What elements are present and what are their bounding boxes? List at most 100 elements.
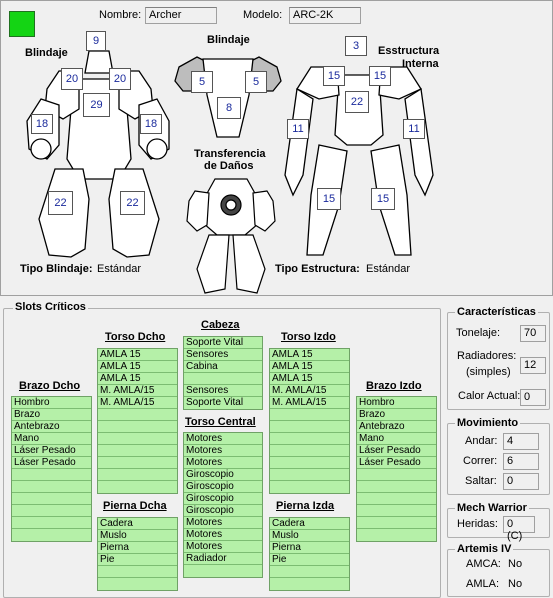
- slot[interactable]: [98, 445, 177, 457]
- slot[interactable]: Pie: [98, 554, 177, 566]
- nombre-field[interactable]: Archer: [145, 7, 217, 24]
- torso-dcho-slot-list[interactable]: AMLA 15 AMLA 15 AMLA 15 M. AMLA/15 M. AM…: [97, 348, 178, 494]
- tonelaje-field[interactable]: 70: [520, 325, 546, 342]
- slot[interactable]: [270, 409, 349, 421]
- armor-right-leg[interactable]: 22: [48, 191, 73, 215]
- slot[interactable]: Pie: [270, 554, 349, 566]
- slot[interactable]: Brazo: [12, 409, 91, 421]
- slot[interactable]: Hombro: [12, 397, 91, 409]
- slot[interactable]: [98, 409, 177, 421]
- saltar-field[interactable]: 0: [503, 473, 539, 490]
- slot[interactable]: [98, 578, 177, 590]
- slot[interactable]: M. AMLA/15: [270, 385, 349, 397]
- slot[interactable]: [270, 445, 349, 457]
- structure-left-leg[interactable]: 15: [371, 188, 395, 210]
- slot[interactable]: AMLA 15: [270, 373, 349, 385]
- slot[interactable]: AMLA 15: [98, 373, 177, 385]
- armor-center-torso[interactable]: 29: [83, 93, 110, 117]
- slot[interactable]: Motores: [184, 457, 262, 469]
- slot[interactable]: Motores: [184, 433, 262, 445]
- slot[interactable]: Motores: [184, 541, 262, 553]
- slot[interactable]: Láser Pesado: [357, 445, 436, 457]
- slot[interactable]: [12, 529, 91, 541]
- armor-head[interactable]: 9: [86, 31, 106, 51]
- armor-left-arm[interactable]: 18: [140, 114, 162, 134]
- slot[interactable]: Mano: [12, 433, 91, 445]
- slot[interactable]: Motores: [184, 529, 262, 541]
- slot[interactable]: [12, 481, 91, 493]
- slot[interactable]: [357, 481, 436, 493]
- rear-armor-right[interactable]: 5: [191, 71, 213, 93]
- torso-central-slot-list[interactable]: Motores Motores Motores Giroscopio Giros…: [183, 432, 263, 578]
- structure-right-leg[interactable]: 15: [317, 188, 341, 210]
- structure-right-torso[interactable]: 15: [323, 66, 345, 86]
- slot[interactable]: [357, 517, 436, 529]
- slot[interactable]: [98, 481, 177, 493]
- slot[interactable]: [98, 433, 177, 445]
- structure-head[interactable]: 3: [345, 36, 367, 56]
- slot[interactable]: [357, 493, 436, 505]
- pierna-dcha-slot-list[interactable]: Cadera Muslo Pierna Pie: [97, 517, 178, 591]
- slot[interactable]: [270, 578, 349, 590]
- slot[interactable]: [270, 481, 349, 493]
- slot[interactable]: [270, 421, 349, 433]
- slot[interactable]: Pierna: [98, 542, 177, 554]
- slot[interactable]: [357, 529, 436, 541]
- slot[interactable]: Motores: [184, 445, 262, 457]
- torso-izdo-slot-list[interactable]: AMLA 15 AMLA 15 AMLA 15 M. AMLA/15 M. AM…: [269, 348, 350, 494]
- slot[interactable]: Giroscopio: [184, 469, 262, 481]
- slot[interactable]: AMLA 15: [98, 349, 177, 361]
- slot[interactable]: AMLA 15: [98, 361, 177, 373]
- slot[interactable]: [270, 566, 349, 578]
- pierna-izda-slot-list[interactable]: Cadera Muslo Pierna Pie: [269, 517, 350, 591]
- slot[interactable]: AMLA 15: [270, 349, 349, 361]
- slot[interactable]: Brazo: [357, 409, 436, 421]
- slot[interactable]: Pierna: [270, 542, 349, 554]
- slot[interactable]: Giroscopio: [184, 493, 262, 505]
- slot[interactable]: Cadera: [270, 518, 349, 530]
- slot[interactable]: [12, 493, 91, 505]
- structure-right-arm[interactable]: 11: [287, 119, 309, 139]
- slot[interactable]: [98, 457, 177, 469]
- calor-field[interactable]: 0: [520, 389, 546, 406]
- slot[interactable]: M. AMLA/15: [98, 397, 177, 409]
- correr-field[interactable]: 6: [503, 453, 539, 470]
- slot[interactable]: M. AMLA/15: [98, 385, 177, 397]
- slot[interactable]: Soporte Vital: [184, 337, 262, 349]
- slot[interactable]: Soporte Vital: [184, 397, 262, 409]
- slot[interactable]: Giroscopio: [184, 481, 262, 493]
- slot[interactable]: [98, 566, 177, 578]
- structure-center-torso[interactable]: 22: [345, 91, 369, 113]
- structure-left-arm[interactable]: 11: [403, 119, 425, 139]
- slot[interactable]: Radiador: [184, 553, 262, 565]
- heridas-field[interactable]: 0 (C): [503, 516, 535, 542]
- slot[interactable]: Antebrazo: [12, 421, 91, 433]
- slot[interactable]: Antebrazo: [357, 421, 436, 433]
- slot[interactable]: Muslo: [270, 530, 349, 542]
- slot[interactable]: [184, 373, 262, 385]
- slot[interactable]: Láser Pesado: [357, 457, 436, 469]
- slot[interactable]: AMLA 15: [270, 361, 349, 373]
- slot[interactable]: Cabina: [184, 361, 262, 373]
- slot[interactable]: [270, 433, 349, 445]
- brazo-dcho-slot-list[interactable]: Hombro Brazo Antebrazo Mano Láser Pesado…: [11, 396, 92, 542]
- slot[interactable]: [98, 421, 177, 433]
- slot[interactable]: [98, 469, 177, 481]
- slot[interactable]: Láser Pesado: [12, 457, 91, 469]
- slot[interactable]: Sensores: [184, 349, 262, 361]
- rear-armor-center[interactable]: 8: [217, 97, 241, 119]
- radiadores-field[interactable]: 12: [520, 357, 546, 374]
- slot[interactable]: [12, 505, 91, 517]
- brazo-izdo-slot-list[interactable]: Hombro Brazo Antebrazo Mano Láser Pesado…: [356, 396, 437, 542]
- slot[interactable]: Mano: [357, 433, 436, 445]
- slot[interactable]: [12, 469, 91, 481]
- slot[interactable]: Cadera: [98, 518, 177, 530]
- slot[interactable]: [270, 469, 349, 481]
- andar-field[interactable]: 4: [503, 433, 539, 450]
- armor-left-torso[interactable]: 20: [109, 68, 131, 90]
- armor-left-leg[interactable]: 22: [120, 191, 145, 215]
- slot[interactable]: [357, 505, 436, 517]
- armor-right-arm[interactable]: 18: [31, 114, 53, 134]
- modelo-field[interactable]: ARC-2K: [289, 7, 361, 24]
- slot[interactable]: M. AMLA/15: [270, 397, 349, 409]
